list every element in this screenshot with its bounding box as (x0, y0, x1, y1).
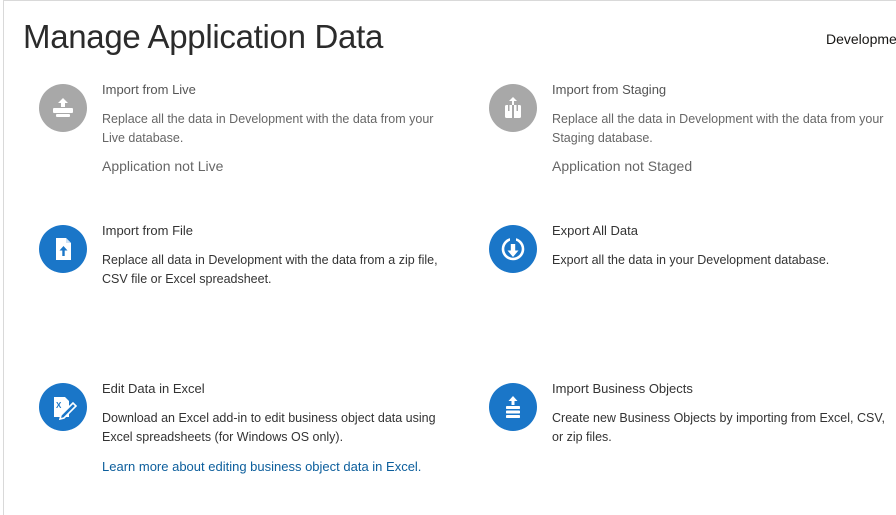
card-title[interactable]: Edit Data in Excel (102, 381, 442, 397)
import-stack-icon[interactable] (489, 383, 537, 431)
environment-label: Development (826, 31, 896, 47)
card-title[interactable]: Export All Data (552, 223, 892, 239)
card-title: Import from Live (102, 82, 196, 97)
card-title: Import from Staging (552, 82, 667, 97)
card-title[interactable]: Import from File (102, 223, 442, 239)
card-description: Export all the data in your Development … (552, 253, 830, 267)
card-description: Download an Excel add-in to edit busines… (102, 411, 436, 444)
page-title: Manage Application Data (23, 18, 384, 55)
import-box-icon (489, 84, 537, 132)
card-description: Create new Business Objects by importing… (552, 411, 886, 444)
download-circle-icon[interactable] (489, 225, 537, 273)
svg-text:X: X (56, 401, 62, 410)
import-tray-icon (39, 84, 87, 132)
card-description: Replace all data in Development with the… (102, 253, 438, 286)
file-upload-icon[interactable] (39, 225, 87, 273)
card-description: Replace all the data in Development with… (552, 112, 884, 145)
learn-more-excel-link[interactable]: Learn more about editing business object… (102, 458, 432, 476)
excel-edit-icon[interactable]: X (39, 383, 87, 431)
card-status: Application not Staged (552, 158, 693, 174)
card-description: Replace all the data in Development with… (102, 112, 434, 145)
card-status: Application not Live (102, 158, 224, 174)
card-title[interactable]: Import Business Objects (552, 381, 892, 397)
